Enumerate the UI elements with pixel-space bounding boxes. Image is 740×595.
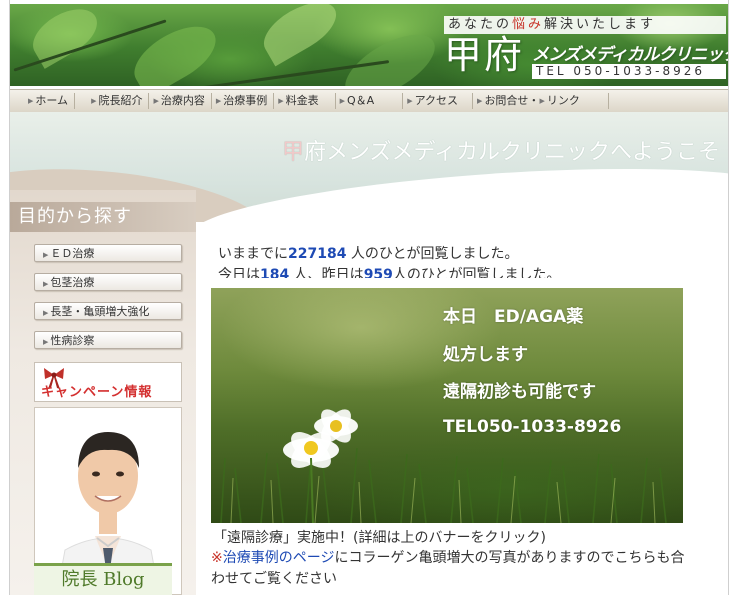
blog-label: 院長 Blog [61,569,145,590]
daisy-flower [283,409,358,523]
sidebar-heading: 目的から探す [10,202,196,232]
note-mark: ※ [211,550,223,566]
tagline-text: 解決いたします [544,17,657,32]
counter-text: 人のひとが回覧しました。 [346,246,519,262]
nav-price[interactable]: ▶ 料金表 [274,93,336,109]
nav-label: ホーム [35,94,69,107]
counter-yesterday-value: 959 [363,267,393,278]
leaf-decoration [255,4,345,67]
counter-text: 人、昨日は [289,267,364,278]
header-banner[interactable]: あなたの悩み解決いたします 甲府 メンズメディカルクリニック TEL 050-1… [10,4,728,86]
left-sidebar: 目的から探す ▶ ＥＤ治療 ▶ 包茎治療 ▶ 長茎・亀頭増大強化 ▶ 性病診察 キャンペ… [10,190,196,595]
nav-label: お問合せ・ [484,94,540,107]
leaf-decoration [24,4,106,69]
nav-faq[interactable]: ▶ Q＆A [336,93,404,109]
leaf-decoration [335,22,445,86]
nav-label: アクセス [414,94,459,107]
nav-label: 治療内容 [160,94,205,107]
campaign-label: キャンペーン情報 [41,385,153,400]
counter-text: 人のひとが回覧しました。 [392,267,561,278]
chevron-right-icon: ▶ [153,97,159,105]
remote-consultation-banner[interactable]: 本日 ED/AGA薬 処方します 遠隔初診も可能です TEL050-1033-8… [211,288,683,523]
campaign-banner[interactable]: キャンペーン情報 [34,362,182,402]
welcome-rest: 府メンズメディカルクリニックへようこそ [303,140,720,165]
nav-label: 院長紹介 [98,94,143,107]
blog-banner[interactable]: 院長 Blog [34,563,172,595]
promo-line-2: 処方します [443,345,528,365]
chevron-right-icon: ▶ [215,97,222,105]
welcome-first-char: 甲 [281,140,304,165]
logo-clinic-name: メンズメディカルクリニック [532,45,728,65]
logo-kanji: 甲府 [444,33,525,77]
header-phone: TEL 050-1033-8926 [532,64,726,79]
chevron-right-icon: ▶ [407,97,413,105]
case-note: ※治療事例のページにコラーゲン亀頭増大の写真がありますのでこちらも合わせてご覧く… [211,548,687,590]
chevron-right-icon: ▶ [539,97,545,105]
nav-cases[interactable]: ▶ 治療事例 [212,93,275,109]
tagline-highlight: 悩み [512,17,545,32]
visitor-counter-total: いままでに227184 人のひとが回覧しました。 [218,243,518,263]
main-nav: ▶ ホーム ▶ 院長紹介 ▶ 治療内容 ▶ 治療事例 ▶ 料金表 ▶ Q＆A ▶ アクセス ▶… [10,89,728,113]
nav-label: 料金表 [285,94,319,107]
nav-links[interactable]: ▶ リンク [539,93,609,109]
nav-director[interactable]: ▶ 院長紹介 [75,93,150,109]
nav-access[interactable]: ▶ アクセス [403,93,474,109]
remote-consult-caption: 「遠隔診療」実施中！(詳細は上のバナーをクリック) [213,530,546,546]
counter-today-value: 184 [260,267,290,278]
sidebar-item-label: 長茎・亀頭増大強化 [50,305,150,318]
chevron-right-icon: ▶ [278,97,284,105]
visitor-counter-daily: 今日は184 人、昨日は959人のひとが回覧しました。 [218,264,561,278]
promo-line-1: 本日 ED/AGA薬 [443,307,584,327]
chevron-right-icon: ▶ [43,338,49,346]
sidebar-item-ed[interactable]: ▶ ＥＤ治療 [34,244,182,262]
counter-text: いままでに [218,246,288,262]
counter-text: 今日は [218,267,260,278]
counter-total-value: 227184 [288,246,347,262]
sidebar-item-phimosis[interactable]: ▶ 包茎治療 [34,273,182,291]
chevron-right-icon: ▶ [28,97,34,105]
nav-contact[interactable]: ▶ お問合せ・ [473,93,539,109]
cases-page-link[interactable]: 治療事例のページ [223,550,335,566]
nav-label: 治療事例 [223,94,268,107]
nav-label: Q＆A [347,94,375,107]
chevron-right-icon: ▶ [43,251,49,259]
nav-label: リンク [546,94,580,107]
welcome-heading: 甲府メンズメディカルクリニックへようこそ [282,134,720,166]
nav-home[interactable]: ▶ ホーム [10,93,76,109]
chevron-right-icon: ▶ [339,97,346,105]
tagline-text: あなたの [448,17,513,32]
chevron-right-icon: ▶ [477,97,483,105]
sidebar-item-std[interactable]: ▶ 性病診察 [34,331,182,349]
sidebar-item-label: 包茎治療 [50,276,95,289]
leaf-decoration [124,14,226,86]
sidebar-item-label: 性病診察 [50,334,95,347]
sidebar-item-enlargement[interactable]: ▶ 長茎・亀頭増大強化 [34,302,182,320]
chevron-right-icon: ▶ [43,309,49,317]
promo-phone: TEL050-1033-8926 [443,417,622,437]
chevron-right-icon: ▶ [91,97,97,105]
page-border-right [728,0,729,595]
promo-line-3: 遠隔初診も可能です [443,382,596,402]
nav-treatment[interactable]: ▶ 治療内容 [149,93,212,109]
header-tagline: あなたの悩み解決いたします [444,16,726,34]
chevron-right-icon: ▶ [43,280,49,288]
sidebar-item-label: ＥＤ治療 [50,247,95,260]
